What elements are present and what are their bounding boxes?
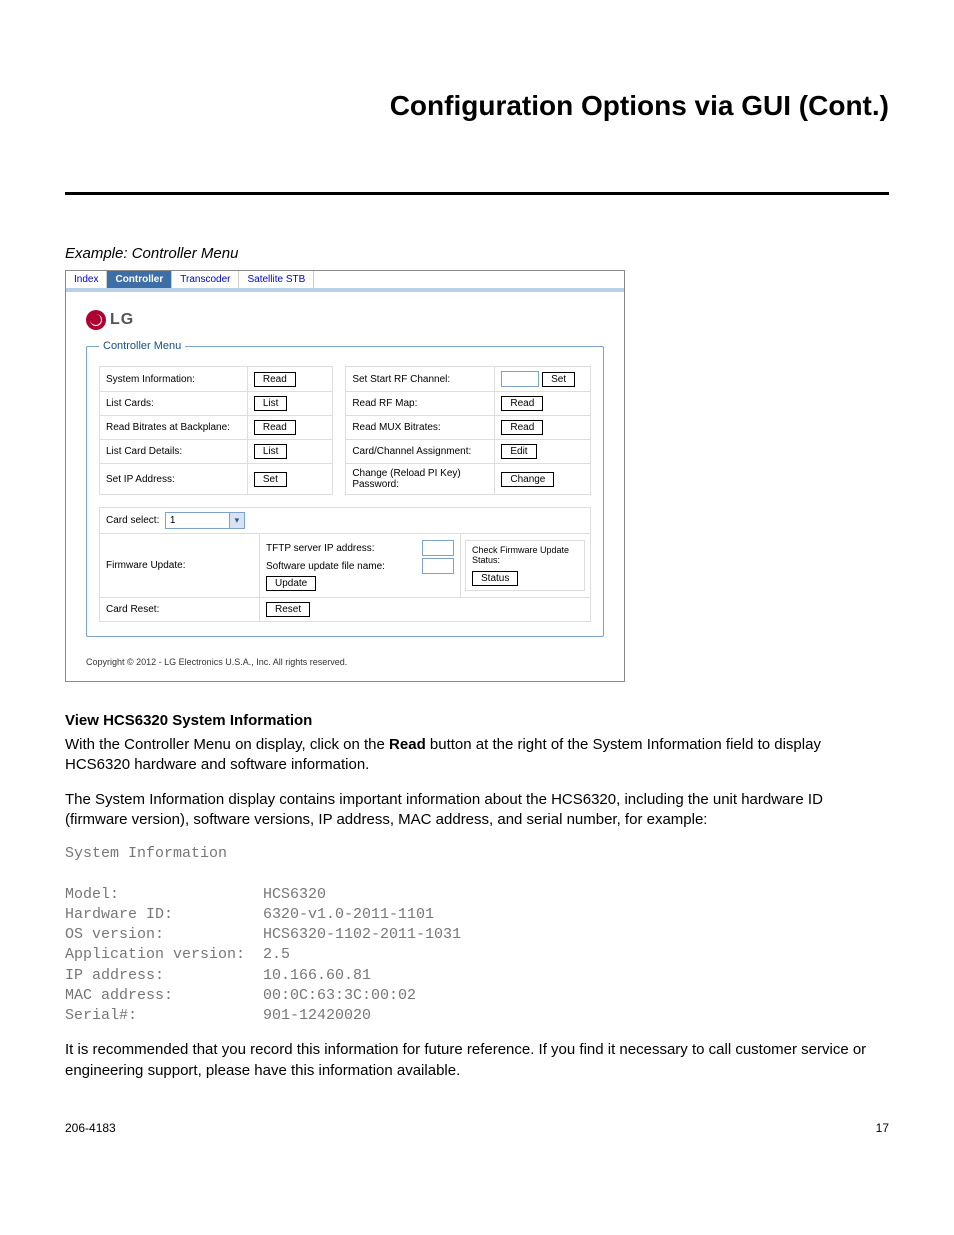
opt-label: Set Start RF Channel: [346,367,495,392]
opt-label: System Information: [100,367,248,392]
lg-logo: LG [86,310,604,330]
tftp-ip-input[interactable] [422,540,454,556]
lower-grid: Card select: 1 ▾ Firmware Update: TFTP s… [99,507,591,622]
edit-button[interactable]: Edit [501,444,536,459]
options-grid: System Information: Read Set Start RF Chan… [99,366,591,495]
paragraph-3: It is recommended that you record this i… [65,1040,889,1081]
lg-logo-text: LG [110,311,134,329]
card-select-value: 1 [170,515,176,526]
start-rf-channel-input[interactable] [501,371,539,387]
tab-transcoder[interactable]: Transcoder [172,271,239,288]
figure-caption: Example: Controller Menu [65,245,889,262]
footer-docnum: 206-4183 [65,1121,116,1135]
change-button[interactable]: Change [501,472,554,487]
set-button[interactable]: Set [254,472,287,487]
card-select-dropdown[interactable]: 1 ▾ [165,512,245,529]
swfile-label: Software update file name: [266,561,416,572]
tftp-ip-label: TFTP server IP address: [266,543,416,554]
opt-label: Change (Reload PI Key) Password: [346,464,495,495]
update-button[interactable]: Update [266,576,316,591]
swfile-input[interactable] [422,558,454,574]
opt-label: List Cards: [100,392,248,416]
paragraph-2: The System Information display contains … [65,790,889,831]
horizontal-rule [65,192,889,195]
read-button[interactable]: Read [254,372,296,387]
list-button[interactable]: List [254,396,288,411]
firmware-update-label: Firmware Update: [100,534,260,598]
reset-button[interactable]: Reset [266,602,310,617]
status-button[interactable]: Status [472,571,518,586]
opt-label: Card/Channel Assignment: [346,440,495,464]
opt-label: Set IP Address: [100,464,248,495]
tab-controller[interactable]: Controller [107,271,172,288]
tab-satellite-stb[interactable]: Satellite STB [239,271,314,288]
card-select-label: Card select: [106,515,159,526]
controller-menu-fieldset: Controller Menu System Information:ReadS… [86,340,604,637]
opt-label: List Card Details: [100,440,248,464]
system-info-block: System Information Model: HCS6320 Hardwa… [65,844,889,1026]
read-button[interactable]: Read [501,396,543,411]
opt-label: Read Bitrates at Backplane: [100,416,248,440]
opt-label: Read RF Map: [346,392,495,416]
opt-label: Read MUX Bitrates: [346,416,495,440]
lg-logo-icon [86,310,106,330]
set-button[interactable]: Set [542,372,575,387]
screenshot-copyright: Copyright © 2012 - LG Electronics U.S.A.… [86,657,604,667]
controller-menu-screenshot: IndexControllerTranscoderSatellite STB L… [65,270,625,682]
tab-bar: IndexControllerTranscoderSatellite STB [66,271,624,288]
page-title: Configuration Options via GUI (Cont.) [65,90,889,122]
fieldset-legend: Controller Menu [99,340,185,352]
card-reset-label: Card Reset: [100,598,260,622]
fw-status-title: Check Firmware Update Status: [472,545,578,565]
read-button[interactable]: Read [501,420,543,435]
tab-index[interactable]: Index [66,271,107,288]
paragraph-1: With the Controller Menu on display, cli… [65,735,889,776]
list-button[interactable]: List [254,444,288,459]
read-button[interactable]: Read [254,420,296,435]
chevron-down-icon: ▾ [229,513,244,528]
section-heading: View HCS6320 System Information [65,712,889,729]
footer-pagenum: 17 [876,1121,889,1135]
